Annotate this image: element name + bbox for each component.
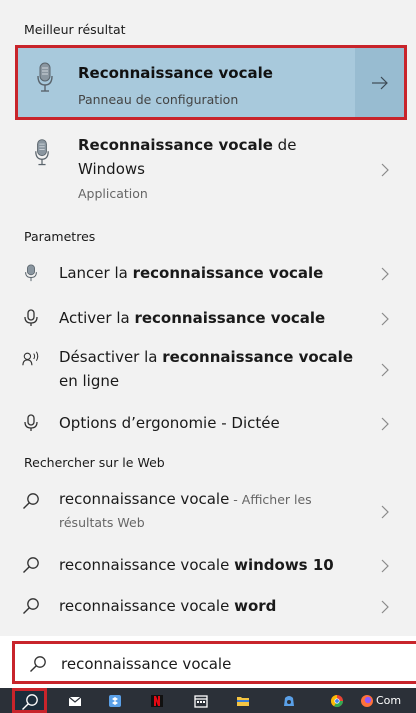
- search-icon: [30, 656, 46, 672]
- file-explorer-icon[interactable]: [236, 694, 250, 708]
- chevron-right-icon: [381, 163, 389, 177]
- best-result-subtitle: Panneau de configuration: [78, 92, 239, 107]
- web-item-show-results[interactable]: reconnaissance vocale - Afficher les rés…: [0, 486, 416, 542]
- web-item-label: reconnaissance vocale word: [59, 597, 277, 615]
- settings-item-label: Lancer la reconnaissance vocale: [59, 264, 324, 282]
- chevron-right-icon: [381, 363, 389, 377]
- netflix-icon[interactable]: [150, 694, 164, 708]
- app-result-item[interactable]: Reconnaissance vocale de Windows Applica…: [0, 128, 416, 210]
- chevron-right-icon: [381, 417, 389, 431]
- best-result-title: Reconnaissance vocale: [78, 64, 273, 82]
- settings-item-dictation[interactable]: Options d’ergonomie - Dictée: [0, 408, 416, 440]
- microphone-outline-icon: [24, 414, 38, 431]
- app-result-title: Reconnaissance vocale de: [78, 136, 297, 154]
- web-item-label: reconnaissance vocale windows 10: [59, 556, 334, 574]
- search-icon: [23, 557, 39, 573]
- settings-item-activate[interactable]: Activer la reconnaissance vocale: [0, 303, 416, 335]
- dropbox-icon[interactable]: [108, 694, 122, 708]
- voice-person-icon: [22, 351, 39, 366]
- store-icon[interactable]: [282, 694, 296, 708]
- chevron-right-icon: [381, 505, 389, 519]
- settings-item-launch[interactable]: Lancer la reconnaissance vocale: [0, 258, 416, 290]
- best-result-main[interactable]: Reconnaissance vocale Panneau de configu…: [18, 48, 355, 117]
- taskbar-search-button[interactable]: [12, 688, 47, 713]
- search-icon: [22, 694, 38, 710]
- section-header-best: Meilleur résultat: [24, 22, 126, 37]
- microphone-icon: [35, 139, 49, 166]
- app-result-subtitle: Application: [78, 186, 148, 201]
- settings-item-label-line2: en ligne: [59, 372, 120, 390]
- firefox-icon[interactable]: [360, 694, 374, 708]
- chevron-right-icon: [381, 312, 389, 326]
- chevron-right-icon: [381, 267, 389, 281]
- microphone-icon: [25, 264, 37, 282]
- search-results-panel: Meilleur résultat Reconnaissance vocale …: [0, 0, 416, 636]
- chevron-right-icon: [381, 559, 389, 573]
- taskbar-partial-label[interactable]: Com: [376, 694, 401, 707]
- web-item-label: reconnaissance vocale - Afficher les: [59, 490, 312, 508]
- chevron-right-icon: [381, 600, 389, 614]
- best-result-item[interactable]: Reconnaissance vocale Panneau de configu…: [15, 45, 407, 120]
- settings-item-disable-online[interactable]: Désactiver la reconnaissance vocale en l…: [0, 346, 416, 398]
- web-item-label-line2: résultats Web: [59, 515, 145, 530]
- microphone-outline-icon: [24, 309, 38, 326]
- settings-item-label: Options d’ergonomie - Dictée: [59, 414, 280, 432]
- arrow-right-icon: [371, 76, 388, 89]
- chrome-icon[interactable]: [330, 694, 344, 708]
- mail-icon[interactable]: [68, 694, 82, 708]
- search-input-value: reconnaissance vocale: [61, 655, 232, 673]
- settings-item-label: Désactiver la reconnaissance vocale: [59, 348, 353, 366]
- open-arrow-button[interactable]: [355, 48, 404, 117]
- web-item-windows10[interactable]: reconnaissance vocale windows 10: [0, 551, 416, 583]
- microphone-icon: [37, 62, 53, 92]
- section-header-web: Rechercher sur le Web: [24, 455, 165, 470]
- web-item-word[interactable]: reconnaissance vocale word: [0, 592, 416, 624]
- calendar-icon[interactable]: [194, 694, 208, 708]
- search-icon: [23, 598, 39, 614]
- app-result-title-line2: Windows: [78, 160, 145, 178]
- search-icon: [23, 493, 39, 509]
- taskbar: [0, 688, 416, 713]
- section-header-settings: Parametres: [24, 229, 96, 244]
- settings-item-label: Activer la reconnaissance vocale: [59, 309, 326, 327]
- search-input[interactable]: reconnaissance vocale: [12, 641, 416, 684]
